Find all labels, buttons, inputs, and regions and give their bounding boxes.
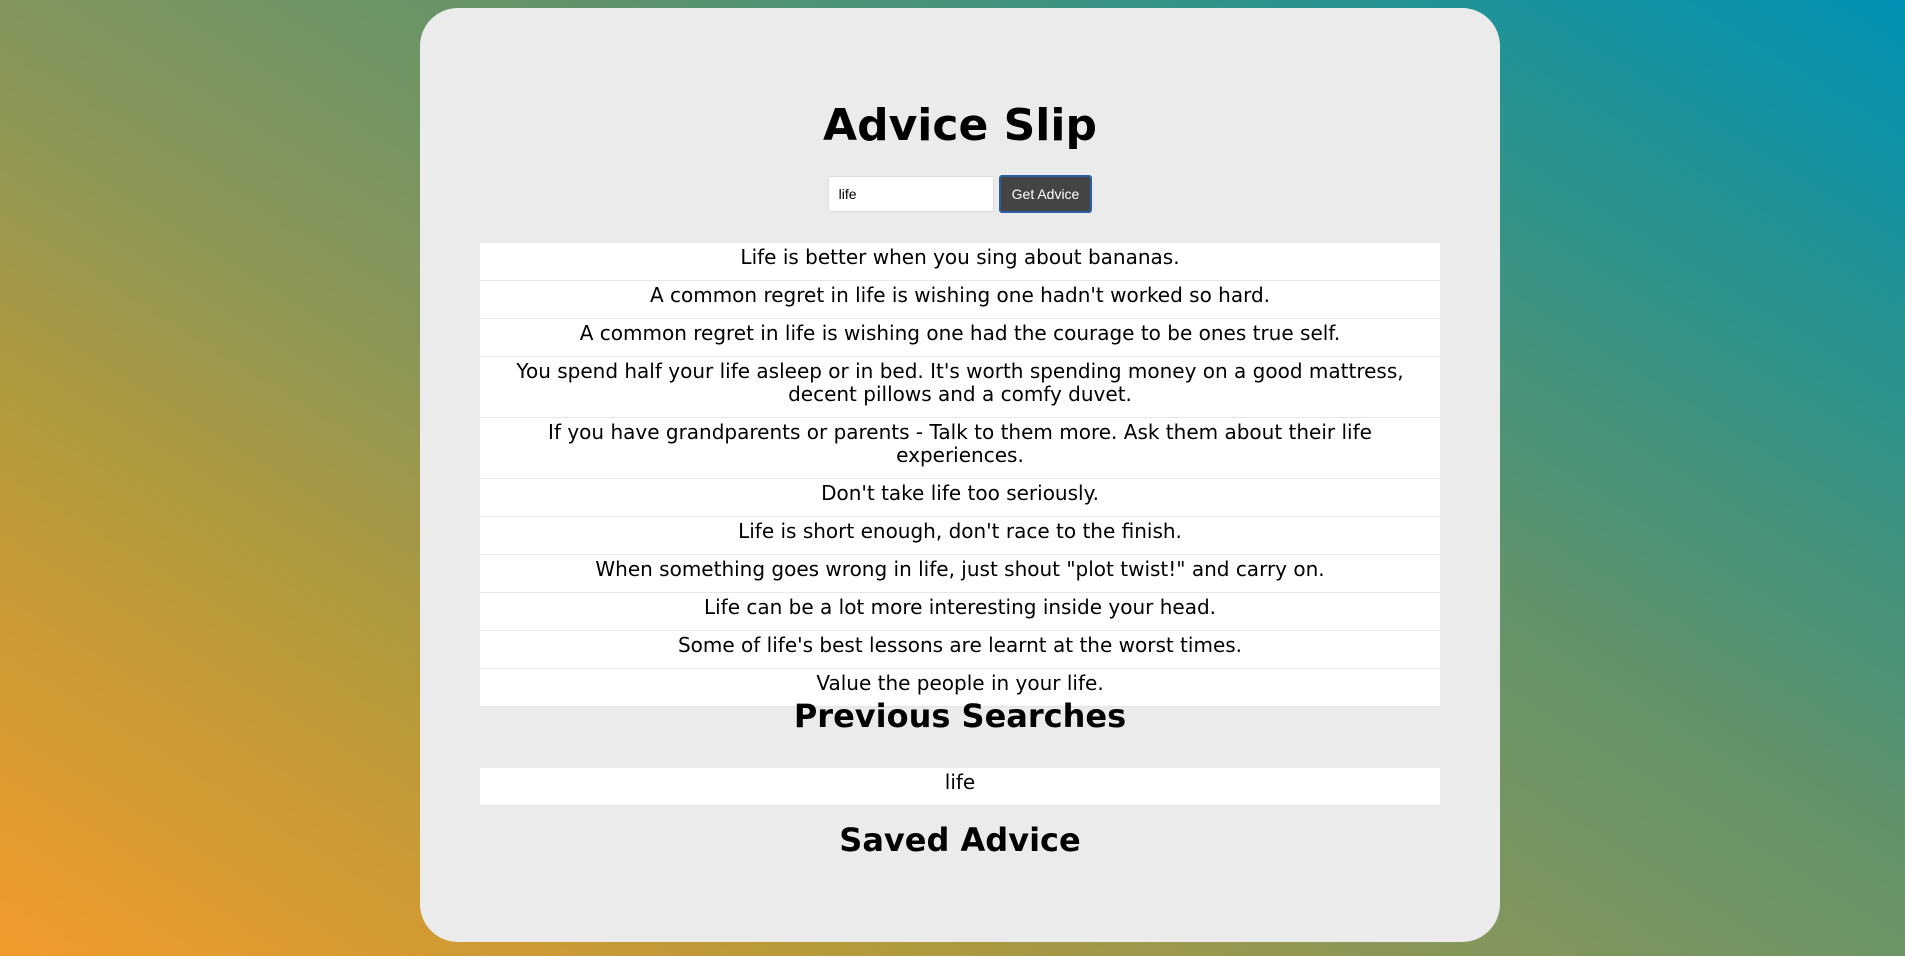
previous-search-item[interactable]: life bbox=[480, 768, 1440, 806]
advice-item[interactable]: When something goes wrong in life, just … bbox=[480, 555, 1440, 593]
advice-list: Life is better when you sing about banan… bbox=[480, 243, 1440, 707]
advice-item[interactable]: A common regret in life is wishing one h… bbox=[480, 319, 1440, 357]
advice-item[interactable]: Don't take life too seriously. bbox=[480, 479, 1440, 517]
advice-item[interactable]: Some of life's best lessons are learnt a… bbox=[480, 631, 1440, 669]
advice-item[interactable]: A common regret in life is wishing one h… bbox=[480, 281, 1440, 319]
search-input[interactable] bbox=[827, 176, 994, 212]
saved-advice-heading: Saved Advice bbox=[839, 821, 1081, 859]
previous-searches-list: life bbox=[480, 768, 1440, 806]
previous-searches-heading: Previous Searches bbox=[793, 697, 1127, 735]
advice-item[interactable]: If you have grandparents or parents - Ta… bbox=[480, 418, 1440, 479]
advice-item[interactable]: You spend half your life asleep or in be… bbox=[480, 357, 1440, 418]
advice-item[interactable]: Life is better when you sing about banan… bbox=[480, 243, 1440, 281]
advice-item[interactable]: Life is short enough, don't race to the … bbox=[480, 517, 1440, 555]
page-title: Advice Slip bbox=[823, 100, 1097, 151]
app-card: Advice Slip Get Advice Life is better wh… bbox=[420, 8, 1500, 942]
get-advice-button[interactable]: Get Advice bbox=[998, 175, 1093, 213]
advice-item[interactable]: Life can be a lot more interesting insid… bbox=[480, 593, 1440, 631]
search-bar: Get Advice bbox=[420, 174, 1500, 214]
